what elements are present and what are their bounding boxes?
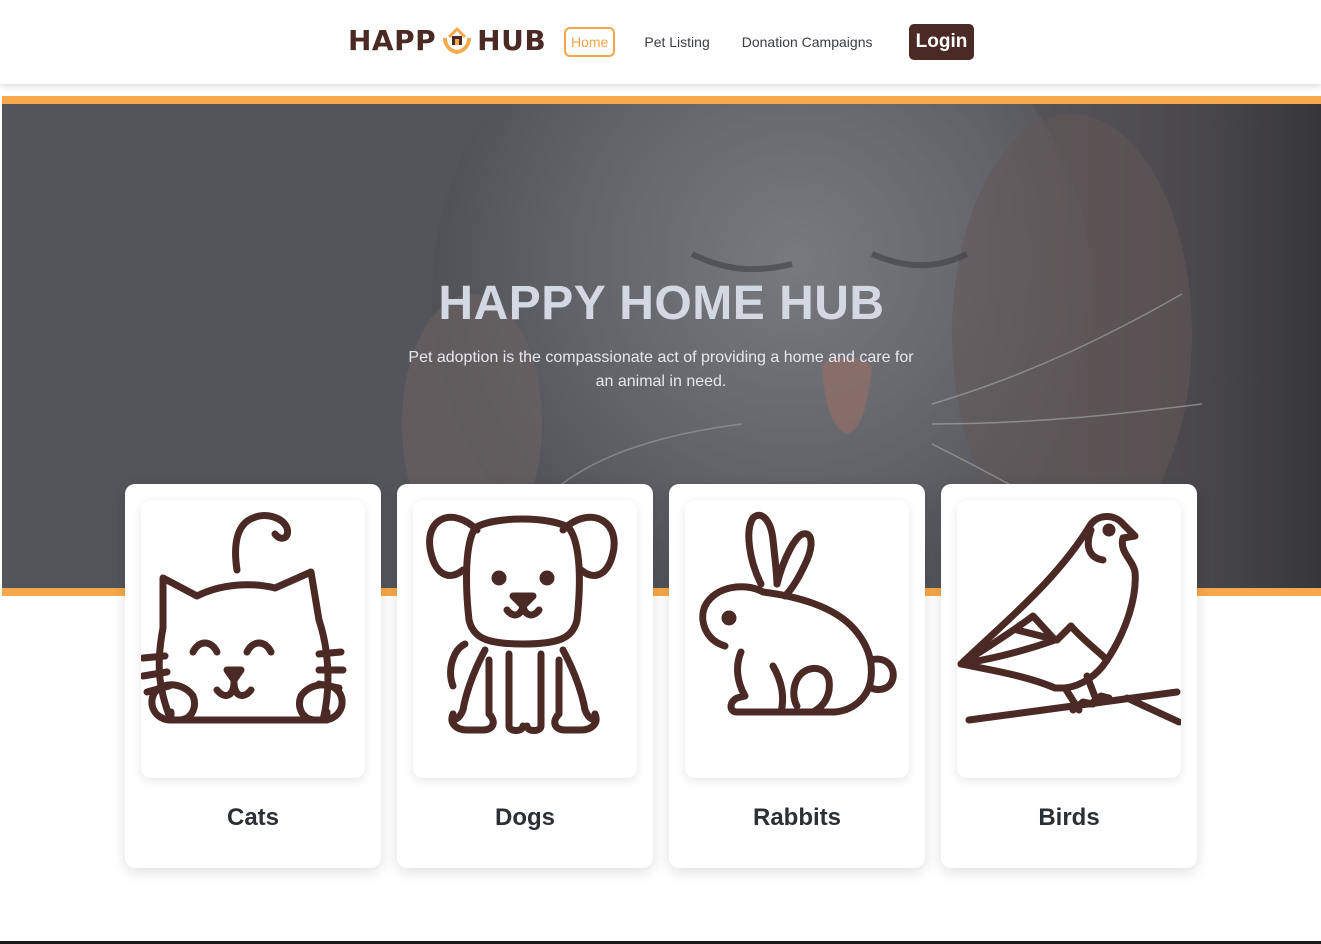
nav-link-pet-listing[interactable]: Pet Listing [644, 27, 709, 57]
main-nav: Home Pet Listing Donation Campaigns [564, 27, 872, 57]
bird-icon [957, 513, 1181, 726]
card-title: Cats [226, 804, 280, 831]
hero-subtitle: Pet adoption is the compassionate act of… [408, 349, 914, 390]
dog-icon [426, 513, 618, 734]
brand-logo[interactable]: HAPP HUB [348, 18, 546, 62]
card-image [141, 500, 365, 778]
site-header: HAPP HUB Home Pet Listing Donation Campa… [0, 0, 1321, 84]
card-image [957, 500, 1181, 778]
card-title: Rabbits [752, 804, 841, 831]
card-title: Birds [1038, 804, 1100, 831]
category-card-cats[interactable]: Cats [125, 484, 381, 868]
rabbit-icon [699, 511, 897, 716]
category-cards: Cats Dogs Rabbits Birds [125, 484, 1197, 868]
cat-icon [141, 512, 347, 724]
brand-text-right: HUB [477, 23, 547, 57]
nav-link-home[interactable]: Home [564, 27, 616, 57]
nav-link-donation-campaigns[interactable]: Donation Campaigns [742, 27, 873, 57]
house-hands-icon [443, 27, 472, 54]
brand-text-left: HAPP [348, 23, 437, 57]
category-card-dogs[interactable]: Dogs [397, 484, 653, 868]
page: HAPP HUB Home Pet Listing Donation Campa… [0, 0, 1321, 944]
hero-title: HAPPY HOME HUB [438, 277, 885, 330]
card-title: Dogs [495, 804, 555, 831]
category-card-rabbits[interactable]: Rabbits [669, 484, 925, 868]
card-image [413, 500, 637, 778]
card-image [685, 500, 909, 778]
login-button[interactable]: Login [909, 24, 974, 60]
category-card-birds[interactable]: Birds [941, 484, 1197, 868]
